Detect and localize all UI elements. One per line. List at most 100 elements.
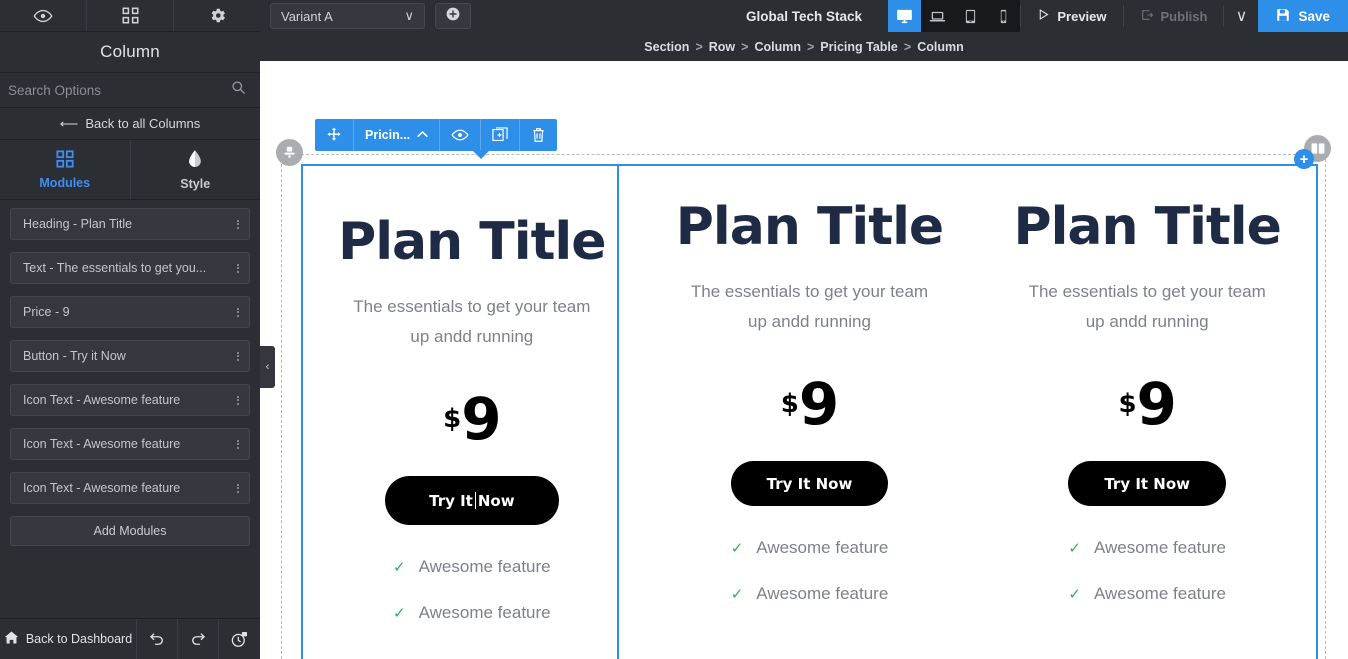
list-item[interactable]: Icon Text - Awesome feature <box>10 428 250 460</box>
add-column-button[interactable]: + <box>1294 149 1314 169</box>
plan-title: Plan Title <box>338 212 606 272</box>
feature-label: Awesome feature <box>756 538 889 558</box>
list-item[interactable]: ✓ Awesome feature <box>731 584 889 604</box>
feature-list: ✓ Awesome feature ✓ Awesome feature <box>978 538 1316 630</box>
gear-icon[interactable] <box>174 0 260 31</box>
back-to-all-columns[interactable]: ⟵ Back to all Columns <box>0 108 260 140</box>
eye-icon[interactable] <box>440 119 482 151</box>
list-item[interactable]: Button - Try it Now <box>10 340 250 372</box>
try-it-now-button[interactable]: Try It Now <box>385 476 559 526</box>
laptop-icon[interactable] <box>921 0 954 32</box>
list-item[interactable]: Price - 9 <box>10 296 250 328</box>
back-to-dashboard-button[interactable]: Back to Dashboard <box>0 619 137 659</box>
add-modules-button[interactable]: Add Modules <box>10 516 250 546</box>
variant-select[interactable]: Variant A ∨ <box>270 3 425 29</box>
trash-icon[interactable] <box>520 119 557 151</box>
preview-button[interactable]: Preview <box>1021 0 1122 32</box>
pricing-table: Plan Title The essentials to get your te… <box>303 168 1316 659</box>
breadcrumb-separator: > <box>903 39 912 54</box>
breadcrumb-item-row[interactable]: Row <box>709 40 735 54</box>
module-menu-icon[interactable] <box>237 439 239 449</box>
list-item[interactable]: Icon Text - Awesome feature <box>10 472 250 504</box>
editor-canvas: Pricin... + Plan Title The essentials to… <box>260 61 1348 659</box>
breadcrumb-item-column[interactable]: Column <box>754 40 801 54</box>
price-currency: $ <box>443 404 462 435</box>
try-it-now-button[interactable]: Try It Now <box>730 461 889 507</box>
arrow-left-icon: ⟵ <box>59 115 79 131</box>
price-currency: $ <box>780 389 799 420</box>
module-menu-icon[interactable] <box>237 307 239 317</box>
pricing-card-2[interactable]: Plan Title The essentials to get your te… <box>641 168 979 659</box>
plan-price: $ 9 <box>1118 375 1176 433</box>
module-menu-icon[interactable] <box>237 483 239 493</box>
feature-label: Awesome feature <box>418 603 551 623</box>
module-label: Text - The essentials to get you... <box>23 261 207 275</box>
top-toolbar-right: Preview Publish ∨ Save <box>888 0 1348 32</box>
sidebar-collapse-handle[interactable]: ‹ <box>260 346 275 388</box>
breadcrumb: Section > Row > Column > Pricing Table >… <box>260 32 1348 61</box>
breadcrumb-separator: > <box>806 39 815 54</box>
grid-icon[interactable] <box>87 0 174 31</box>
desktop-icon[interactable] <box>888 0 922 32</box>
sidebar-icon-bar <box>0 0 260 32</box>
plan-description: The essentials to get your team up andd … <box>1028 281 1266 331</box>
price-amount: 9 <box>798 370 839 439</box>
tab-style-label: Style <box>180 176 211 191</box>
search-input[interactable] <box>8 82 225 98</box>
sidebar-title: Column <box>0 32 260 73</box>
breadcrumb-item-section[interactable]: Section <box>644 40 689 54</box>
duplicate-icon[interactable] <box>481 119 521 151</box>
module-toolbar-pointer <box>472 150 490 159</box>
eye-icon[interactable] <box>0 0 87 31</box>
tablet-icon[interactable] <box>954 0 987 32</box>
module-name-dropdown[interactable]: Pricin... <box>354 119 441 151</box>
move-icon[interactable] <box>315 119 354 151</box>
check-icon: ✓ <box>393 605 406 623</box>
feature-label: Awesome feature <box>418 557 551 577</box>
module-menu-icon[interactable] <box>237 351 239 361</box>
text-cursor <box>474 492 476 510</box>
list-item[interactable]: Icon Text - Awesome feature <box>10 384 250 416</box>
button-label-after-caret: Now <box>477 491 515 510</box>
search-options-row[interactable] <box>0 73 260 108</box>
list-item[interactable]: ✓ Awesome feature <box>1068 538 1226 558</box>
list-item[interactable]: ✓ Awesome feature <box>1068 584 1226 604</box>
grid-icon <box>56 149 74 171</box>
chevron-up-icon <box>417 128 428 142</box>
publish-label: Publish <box>1160 8 1208 24</box>
feature-label: Awesome feature <box>1093 538 1226 558</box>
button-label-before-caret: Try It <box>429 491 473 510</box>
module-menu-icon[interactable] <box>237 395 239 405</box>
plan-price: $ 9 <box>443 385 501 454</box>
module-menu-icon[interactable] <box>237 263 239 273</box>
undo-button[interactable] <box>137 619 178 659</box>
try-it-now-button[interactable]: Try It Now <box>1068 461 1227 507</box>
save-label: Save <box>1298 8 1330 24</box>
redo-button[interactable] <box>178 619 219 659</box>
tab-style[interactable]: Style <box>131 140 261 199</box>
add-variant-button[interactable] <box>435 3 471 29</box>
list-item[interactable]: ✓ Awesome feature <box>393 603 551 623</box>
check-icon: ✓ <box>393 559 406 577</box>
breadcrumb-item-column-active[interactable]: Column <box>917 40 964 54</box>
device-switcher <box>888 0 1021 32</box>
save-button[interactable]: Save <box>1258 0 1348 32</box>
list-item[interactable]: Text - The essentials to get you... <box>10 252 250 284</box>
pricing-card-3[interactable]: Plan Title The essentials to get your te… <box>978 168 1316 659</box>
feature-label: Awesome feature <box>1093 584 1226 604</box>
row-settings-icon[interactable] <box>276 139 303 166</box>
list-item[interactable]: Heading - Plan Title <box>10 208 250 240</box>
pricing-card-1[interactable]: Plan Title The essentials to get your te… <box>303 168 641 659</box>
price-amount: 9 <box>461 385 501 454</box>
module-menu-icon[interactable] <box>237 219 239 229</box>
publish-options-caret-icon[interactable]: ∨ <box>1224 0 1258 32</box>
mobile-icon[interactable] <box>987 0 1020 32</box>
tab-modules[interactable]: Modules <box>0 140 131 199</box>
list-item[interactable]: ✓ Awesome feature <box>731 538 889 558</box>
list-item[interactable]: ✓ Awesome feature <box>393 557 551 577</box>
editor-main: Variant A ∨ Global Tech Stack Preview Pu… <box>260 0 1348 659</box>
history-icon[interactable] <box>219 619 260 659</box>
breadcrumb-item-pricing-table[interactable]: Pricing Table <box>820 40 898 54</box>
publish-button[interactable]: Publish <box>1124 0 1224 32</box>
plan-description: The essentials to get your team up andd … <box>690 281 929 331</box>
